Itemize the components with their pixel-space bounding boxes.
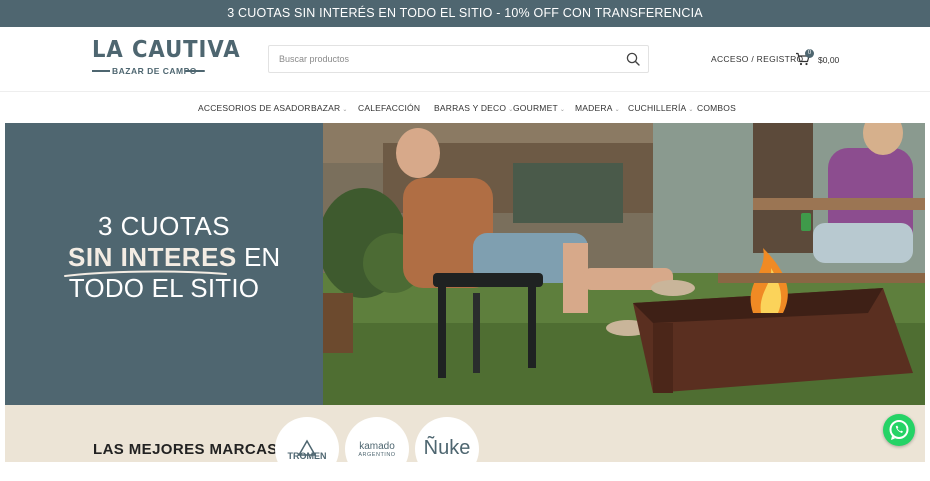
announcement-text: 3 CUOTAS SIN INTERÉS EN TODO EL SITIO - …	[227, 6, 703, 20]
logo-knife-mark	[185, 70, 205, 72]
brand-logo-nuke[interactable]: Ñuke	[415, 417, 479, 481]
hero-headline-line3: TODO EL SITIO	[68, 273, 260, 303]
whatsapp-icon	[889, 420, 909, 440]
brand-name: TROMEN	[287, 451, 327, 461]
cart-total: $0,00	[818, 55, 840, 65]
logo-title: LA CAUTIVA	[92, 37, 241, 63]
hero-text-panel: 3 CUOTAS SIN INTERES EN TODO EL SITIO	[5, 123, 323, 405]
chevron-down-icon: ⌄	[614, 107, 620, 113]
hero-headline-line1: 3 CUOTAS	[97, 211, 231, 241]
nav-item-calefaccion[interactable]: CALEFACCIÓN	[358, 103, 420, 113]
nav-item-label: CUCHILLERÍA	[628, 103, 687, 113]
nav-item-cuchilleria[interactable]: CUCHILLERÍA ⌄	[628, 103, 694, 113]
hero-banner[interactable]: 3 CUOTAS SIN INTERES EN TODO EL SITIO	[5, 123, 925, 405]
hero-image	[323, 123, 925, 405]
brand-name: kamado	[359, 441, 395, 452]
nav-item-label: CALEFACCIÓN	[358, 103, 421, 113]
nav-item-label: COMBOS	[697, 103, 736, 113]
hero-headline-line2-rest: EN	[236, 242, 281, 272]
nav-item-label: BARRAS Y DECO	[434, 103, 507, 113]
nav-item-label: GOURMET	[513, 103, 558, 113]
nav-item-gourmet[interactable]: GOURMET ⌄	[513, 103, 565, 113]
logo-fork-mark	[92, 70, 110, 72]
search-icon[interactable]	[626, 52, 640, 66]
site-header: LA CAUTIVA BAZAR DE CAMPO ACCESO / REGIS…	[0, 27, 930, 91]
nav-item-madera[interactable]: MADERA ⌄	[575, 103, 620, 113]
chevron-down-icon: ⌄	[559, 107, 566, 113]
cart-button[interactable]: 0 $0,00	[795, 49, 845, 69]
nav-item-bazar[interactable]: BAZAR ⌄	[311, 103, 348, 113]
brand-logo-kamado[interactable]: kamado ARGENTINO	[345, 417, 409, 481]
nav-item-label: ACCESORIOS DE ASADOR	[198, 103, 311, 113]
login-register-link[interactable]: ACCESO / REGISTRO	[711, 54, 803, 64]
brands-section: LAS MEJORES MARCAS TROMEN kamado ARGENTI…	[5, 405, 925, 481]
nav-item-label: MADERA	[575, 103, 613, 113]
nav-item-accesorios-de-asador[interactable]: ACCESORIOS DE ASADOR ⌄	[198, 103, 318, 113]
brand-tagline: ARGENTINO	[358, 452, 396, 458]
nav-item-barras-y-deco[interactable]: BARRAS Y DECO ⌄	[434, 103, 513, 113]
main-nav: ACCESORIOS DE ASADOR ⌄ BAZAR ⌄ CALEFACCIÓN…	[0, 91, 930, 123]
search-box	[268, 45, 649, 73]
site-logo[interactable]: LA CAUTIVA BAZAR DE CAMPO	[92, 37, 240, 83]
announcement-bar: 3 CUOTAS SIN INTERÉS EN TODO EL SITIO - …	[0, 0, 930, 27]
hero-headline-emphasis: SIN INTERES	[68, 242, 237, 272]
chevron-down-icon: ⌄	[342, 107, 348, 113]
nav-item-label: BAZAR	[311, 103, 341, 113]
whatsapp-button[interactable]	[883, 414, 915, 446]
brand-logo-tromen[interactable]: TROMEN	[275, 417, 339, 481]
cart-count-badge: 0	[805, 49, 814, 58]
brand-name: Ñuke	[423, 437, 471, 459]
nav-item-combos[interactable]: COMBOS	[697, 103, 736, 113]
brands-title: LAS MEJORES MARCAS	[93, 441, 278, 458]
tromen-logo-icon	[297, 439, 317, 456]
chevron-down-icon: ⌄	[688, 107, 694, 113]
search-input[interactable]	[269, 46, 609, 72]
